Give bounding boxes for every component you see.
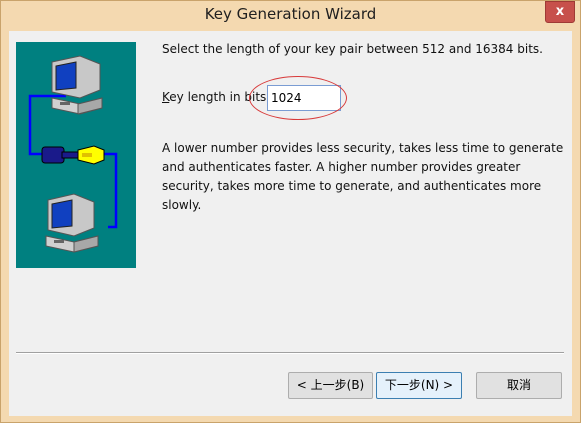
key-length-input[interactable]	[267, 85, 341, 111]
close-button[interactable]: x	[545, 1, 575, 23]
cancel-button[interactable]: 取消	[476, 372, 562, 399]
key-length-prompt: Select the length of your key pair betwe…	[162, 42, 543, 56]
key-length-label-text: ey length in bits:	[169, 90, 271, 104]
wizard-body: Select the length of your key pair betwe…	[9, 31, 572, 416]
computer-icon	[45, 193, 99, 253]
back-button[interactable]: < 上一步(B)	[288, 372, 373, 399]
key-exchange-illustration	[16, 42, 136, 268]
security-description: A lower number provides less security, t…	[162, 141, 564, 212]
window-title: Key Generation Wizard	[204, 5, 377, 23]
button-separator	[16, 352, 564, 354]
wizard-window: Key Generation Wizard x Select the lengt…	[0, 0, 581, 423]
key-icon	[41, 145, 105, 165]
computer-icon	[51, 55, 103, 115]
key-length-label: Key length in bits:	[162, 90, 270, 104]
cable-bottom	[96, 152, 118, 229]
next-button[interactable]: 下一步(N) >	[376, 372, 462, 399]
illustration-svg	[28, 55, 118, 253]
title-bar[interactable]: Key Generation Wizard x	[1, 1, 580, 31]
